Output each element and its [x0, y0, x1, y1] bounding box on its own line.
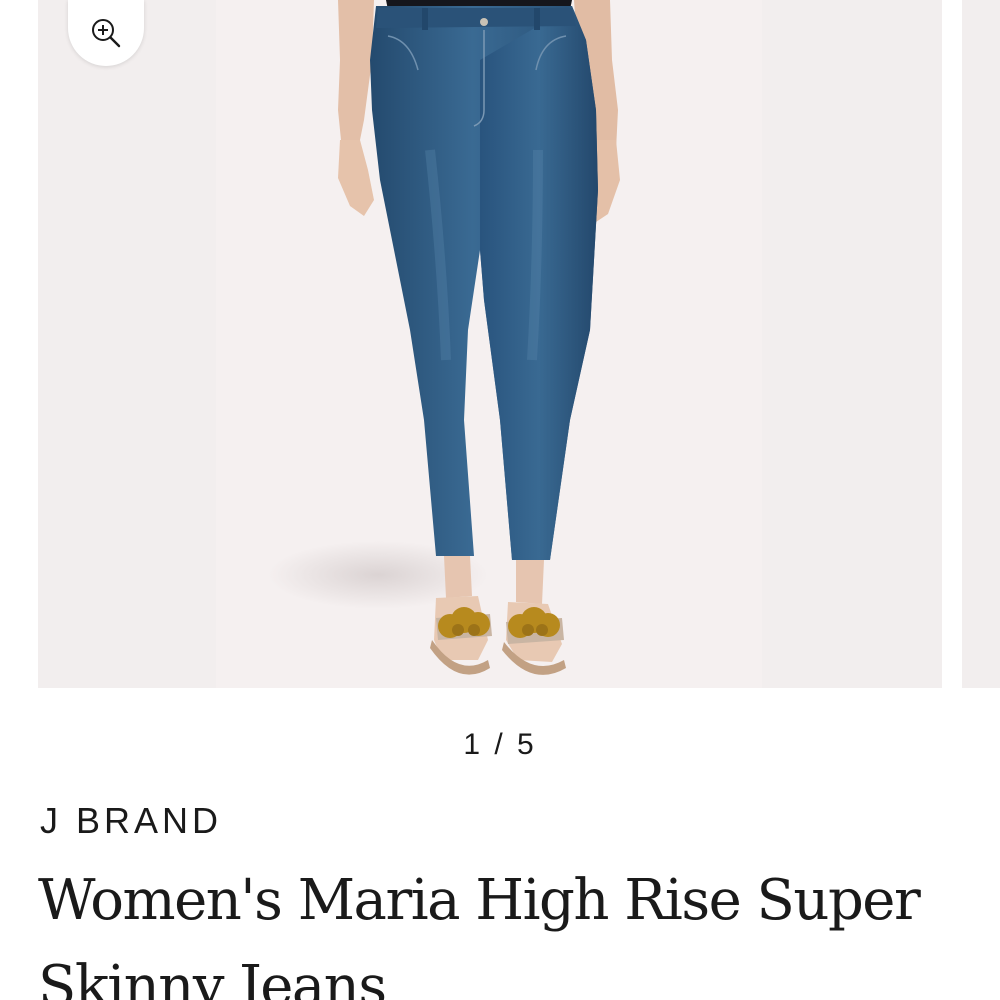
- jeans-photo: [268, 0, 620, 675]
- next-product-image[interactable]: [962, 0, 1000, 688]
- product-title: Women's Maria High Rise Super Skinny Jea…: [38, 868, 921, 1000]
- product-image[interactable]: [38, 0, 942, 688]
- zoom-in-icon: [92, 19, 121, 48]
- brand-link[interactable]: J BRAND: [40, 800, 222, 842]
- product-image-gallery[interactable]: [0, 0, 1000, 690]
- image-counter: 1 / 5: [463, 728, 537, 761]
